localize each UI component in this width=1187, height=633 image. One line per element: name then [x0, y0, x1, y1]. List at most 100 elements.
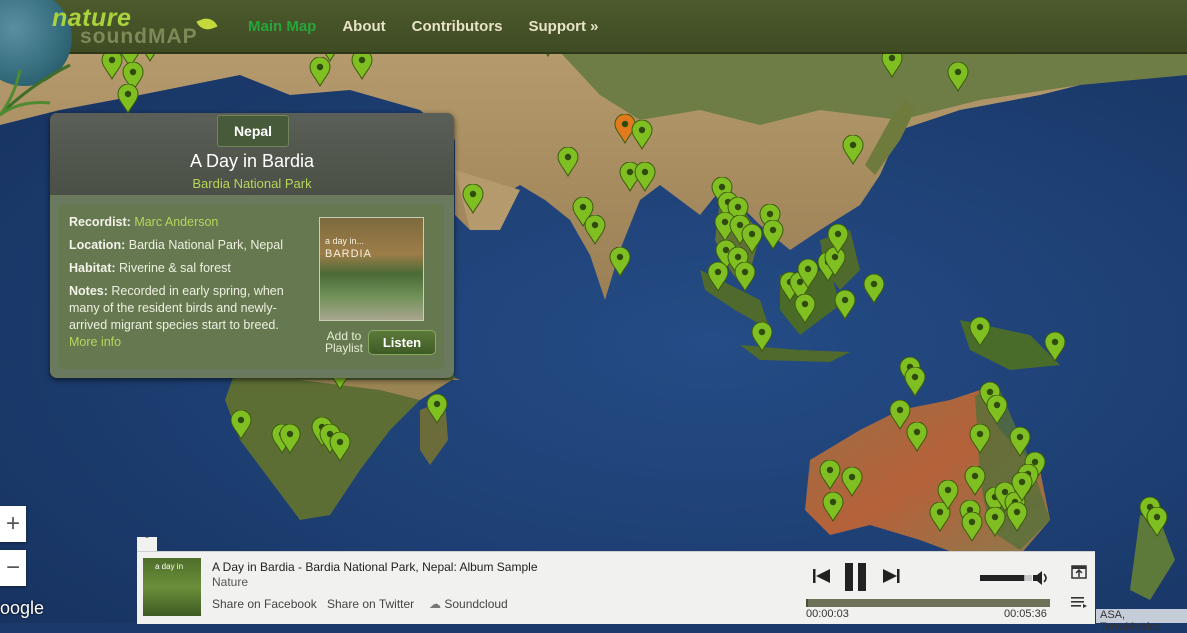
map-pin-icon [986, 395, 1008, 425]
map-pin-marker[interactable] [906, 422, 928, 452]
map-pin-marker[interactable] [794, 294, 816, 324]
leaf-icon [196, 15, 218, 33]
map-pin-marker[interactable] [426, 394, 448, 424]
share-twitter-link[interactable]: Share on Twitter [327, 597, 414, 611]
map-pin-icon [842, 135, 864, 165]
soundcloud-icon: ☁ [429, 597, 441, 611]
zoom-out-button[interactable]: − [0, 550, 26, 586]
location-label: Location: [69, 238, 126, 252]
map-pin-marker[interactable] [707, 262, 729, 292]
track-artist: Nature [212, 575, 249, 589]
map-pin-marker[interactable] [751, 322, 773, 352]
map-pin-marker[interactable] [969, 317, 991, 347]
notes-label: Notes: [69, 284, 108, 298]
map-pin-marker[interactable] [834, 290, 856, 320]
map-pin-icon [937, 480, 959, 510]
panel-details: Recordist: Marc Anderson Location: Bardi… [58, 204, 444, 369]
country-tab[interactable]: Nepal [217, 115, 289, 147]
map-pin-marker[interactable] [631, 120, 653, 150]
nav-support[interactable]: Support » [529, 18, 599, 35]
zoom-in-button[interactable]: + [0, 506, 26, 542]
map-pin-marker[interactable] [937, 480, 959, 510]
recordist-link[interactable]: Marc Anderson [134, 215, 218, 229]
map-pin-icon [584, 215, 606, 245]
map-pin-marker[interactable] [734, 262, 756, 292]
main-nav: Main Map About Contributors Support » [248, 0, 599, 52]
map-pin-marker[interactable] [841, 467, 863, 497]
previous-track-button[interactable] [813, 568, 831, 584]
google-logo: oogle [0, 598, 45, 618]
map-pin-marker[interactable] [964, 466, 986, 496]
nav-main-map[interactable]: Main Map [248, 18, 316, 35]
map-pin-marker[interactable] [557, 147, 579, 177]
map-pin-marker[interactable] [797, 259, 819, 289]
volume-slider[interactable] [980, 571, 1050, 585]
location-value: Bardia National Park, Nepal [128, 238, 283, 252]
map-pin-icon [426, 394, 448, 424]
audio-player: a day in A Day in Bardia - Bardia Nation… [137, 551, 1095, 624]
map-pin-marker[interactable] [1044, 332, 1066, 362]
map-pin-marker[interactable] [634, 162, 656, 192]
map-pin-icon [863, 274, 885, 304]
add-to-playlist-link[interactable]: Add to Playlist [320, 330, 368, 354]
map-pin-icon [230, 410, 252, 440]
habitat-row: Habitat: Riverine & sal forest [69, 260, 231, 277]
soundcloud-label: Soundcloud [444, 597, 508, 611]
track-title: A Day in Bardia - Bardia National Park, … [212, 560, 538, 574]
listen-button[interactable]: Listen [368, 330, 436, 355]
map-attribution: ASA, TerraMetrics [1096, 609, 1187, 633]
current-time: 00:00:03 [806, 608, 849, 620]
recordist-label: Recordist: [69, 215, 131, 229]
map-pin-marker[interactable] [827, 224, 849, 254]
map-pin-marker[interactable] [947, 62, 969, 92]
map-pin-marker[interactable] [986, 395, 1008, 425]
map-pin-icon [797, 259, 819, 289]
map-pin-marker[interactable] [762, 220, 784, 250]
map-pin-marker[interactable] [961, 512, 983, 542]
map-pin-icon [631, 120, 653, 150]
next-track-button[interactable] [882, 568, 900, 584]
pause-button[interactable] [843, 562, 869, 592]
map-pin-icon [734, 262, 756, 292]
total-time: 00:05:36 [1004, 608, 1047, 620]
map-pin-marker[interactable] [1006, 502, 1028, 532]
map-pin-icon [969, 424, 991, 454]
map-pin-icon [822, 492, 844, 522]
habitat-value: Riverine & sal forest [119, 261, 231, 275]
map-pin-marker[interactable] [329, 432, 351, 462]
map-pin-icon [904, 367, 926, 397]
map-pin-marker[interactable] [230, 410, 252, 440]
map-pin-marker[interactable] [822, 492, 844, 522]
map-pin-marker[interactable] [1146, 507, 1168, 537]
map-pin-marker[interactable] [462, 184, 484, 214]
notes-row: Notes: Recorded in early spring, when ma… [69, 283, 301, 334]
nav-contributors[interactable]: Contributors [412, 18, 503, 35]
map-pin-marker[interactable] [842, 135, 864, 165]
map-pin-marker[interactable] [584, 215, 606, 245]
playlist-icon[interactable] [1071, 596, 1087, 608]
map-pin-marker[interactable] [863, 274, 885, 304]
site-header: nature soundMAP Main Map About Contribut… [0, 0, 1187, 86]
map-pin-icon [1006, 502, 1028, 532]
map-pin-marker[interactable] [1011, 472, 1033, 502]
map-pin-marker[interactable] [819, 460, 841, 490]
nav-about[interactable]: About [342, 18, 385, 35]
map-pin-marker[interactable] [904, 367, 926, 397]
map-pin-icon [609, 247, 631, 277]
map-pin-icon [1011, 472, 1033, 502]
share-facebook-link[interactable]: Share on Facebook [212, 597, 317, 611]
map-pin-marker[interactable] [984, 507, 1006, 537]
map-pin-marker[interactable] [279, 424, 301, 454]
popout-icon[interactable] [1071, 565, 1087, 579]
map-pin-icon [819, 460, 841, 490]
map-pin-icon [329, 432, 351, 462]
more-info-link[interactable]: More info [69, 334, 121, 351]
progress-fill [806, 599, 809, 607]
map-pin-marker[interactable] [609, 247, 631, 277]
player-collapse-tab[interactable]: ˆ [137, 537, 157, 551]
soundcloud-link[interactable]: ☁ Soundcloud [429, 597, 508, 611]
album-cover[interactable]: a day in... BARDIA [319, 217, 424, 321]
map-pin-marker[interactable] [351, 50, 373, 80]
map-pin-marker[interactable] [969, 424, 991, 454]
progress-bar[interactable] [806, 599, 1050, 607]
